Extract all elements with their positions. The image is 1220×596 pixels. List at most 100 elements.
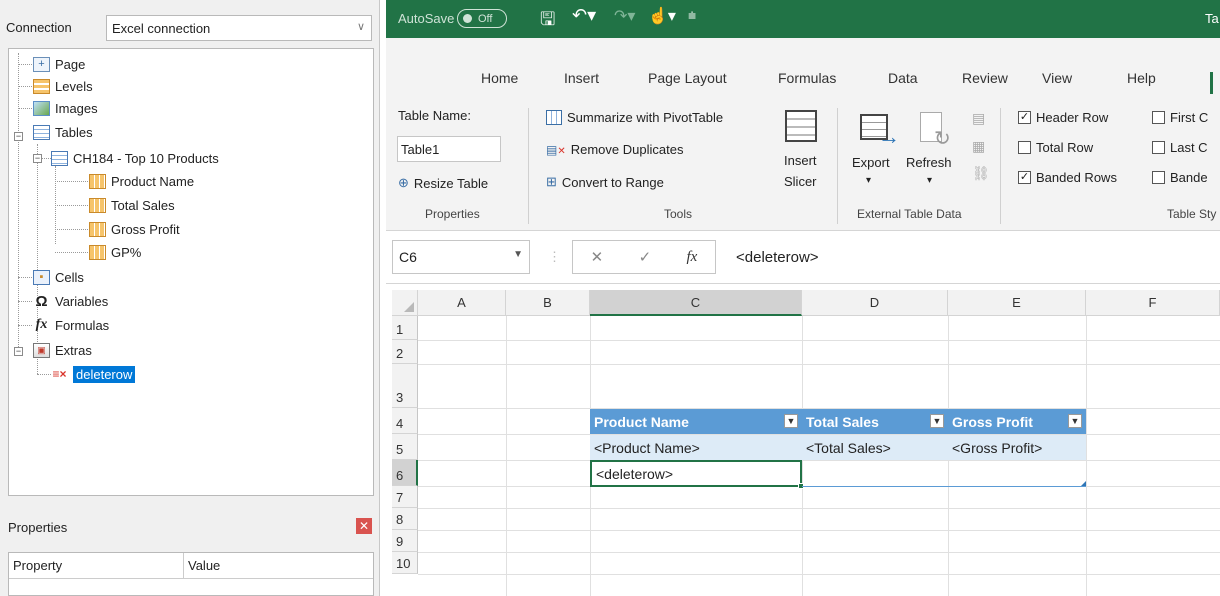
insert-slicer-icon	[781, 108, 821, 146]
tree-item-field[interactable]: Gross Profit	[89, 218, 180, 240]
table-cell[interactable]: <Total Sales>	[802, 435, 948, 460]
properties-grid[interactable]: Property Value	[8, 552, 374, 596]
tree-item-variables[interactable]: Ω Variables	[33, 290, 108, 312]
table-name-input[interactable]: Table1	[397, 136, 501, 162]
tab-view[interactable]: View	[1042, 70, 1072, 86]
customize-qat-icon[interactable]: ⩧	[688, 7, 696, 24]
collapse-tables-toggle[interactable]: −	[14, 132, 23, 141]
row-header[interactable]: 4	[392, 408, 418, 434]
first-column-checkbox[interactable]: First C	[1152, 110, 1208, 125]
export-button[interactable]: Export	[852, 155, 890, 170]
unlink-icon[interactable]: ⛓	[972, 165, 990, 182]
export-dropdown-icon[interactable]: ▾	[866, 175, 871, 186]
tree-item-extras[interactable]: ▣ Extras	[33, 339, 92, 361]
tree-item-field[interactable]: GP%	[89, 241, 141, 263]
filter-dropdown-icon[interactable]: ▼	[930, 414, 944, 428]
row-header[interactable]: 9	[392, 530, 418, 552]
name-box[interactable]: C6 ▼	[392, 240, 530, 274]
tree-item-levels[interactable]: Levels	[33, 75, 93, 97]
column-header-f[interactable]: F	[1086, 290, 1220, 316]
row-header[interactable]: 8	[392, 508, 418, 530]
remove-duplicates-button[interactable]: ▤✕ Remove Duplicates	[546, 142, 683, 157]
column-header-d[interactable]: D	[802, 290, 948, 316]
tree-item-field[interactable]: Product Name	[89, 170, 194, 192]
tree-item-images[interactable]: Images	[33, 97, 98, 119]
tab-help[interactable]: Help	[1127, 70, 1156, 86]
close-icon[interactable]: ✕	[356, 518, 372, 534]
tab-review[interactable]: Review	[962, 70, 1008, 86]
tree-item-field[interactable]: Total Sales	[89, 194, 175, 216]
open-in-browser-icon[interactable]: ▦	[972, 138, 985, 155]
banded-columns-checkbox[interactable]: Bande	[1152, 170, 1208, 185]
table-icon	[33, 124, 50, 140]
row-header[interactable]: 3	[392, 364, 418, 408]
resize-table-icon: ⊕	[398, 175, 409, 190]
property-column-header[interactable]: Property	[9, 553, 184, 579]
connection-select[interactable]: Excel connection ∨	[106, 15, 372, 41]
column-header-e[interactable]: E	[948, 290, 1086, 316]
table-bottom-border	[802, 486, 1086, 487]
report-tree[interactable]: − − − + Page Levels Images Tables CH184 …	[8, 48, 374, 496]
row-header[interactable]: 6	[392, 460, 418, 486]
remove-duplicates-icon: ▤✕	[546, 142, 566, 157]
undo-icon[interactable]: ↶▾	[572, 5, 596, 26]
autosave-toggle[interactable]: Off	[457, 9, 507, 28]
insert-slicer-label-1[interactable]: Insert	[784, 153, 817, 168]
select-all-corner[interactable]	[392, 290, 418, 316]
value-column-header[interactable]: Value	[184, 553, 373, 579]
table-header-cell[interactable]: Total Sales	[802, 409, 948, 434]
row-header[interactable]: 7	[392, 486, 418, 508]
tab-insert[interactable]: Insert	[564, 70, 599, 86]
filter-dropdown-icon[interactable]: ▼	[1068, 414, 1082, 428]
table-cell[interactable]: <Gross Profit>	[948, 435, 1086, 460]
row-header[interactable]: 2	[392, 340, 418, 364]
banded-rows-checkbox[interactable]: ✓ Banded Rows	[1018, 170, 1117, 185]
summarize-pivot-button[interactable]: Summarize with PivotTable	[546, 110, 723, 125]
column-header-a[interactable]: A	[418, 290, 506, 316]
row-header[interactable]: 10	[392, 552, 418, 574]
formula-bar-splitter-icon[interactable]: ⋮	[548, 249, 561, 265]
total-row-checkbox[interactable]: Total Row	[1018, 140, 1093, 155]
refresh-dropdown-icon[interactable]: ▾	[927, 175, 932, 186]
active-cell-c6[interactable]: <deleterow>	[590, 460, 802, 487]
name-box-dropdown-icon[interactable]: ▼	[513, 249, 523, 260]
table-cell[interactable]: <Product Name>	[590, 435, 802, 460]
insert-slicer-label-2[interactable]: Slicer	[784, 174, 817, 189]
collapse-table-toggle[interactable]: −	[33, 154, 42, 163]
enter-icon[interactable]: ✓	[639, 248, 652, 266]
tree-item-formulas[interactable]: fx Formulas	[33, 314, 110, 336]
refresh-button[interactable]: Refresh	[906, 155, 952, 170]
touch-mode-icon[interactable]: ☝▾	[648, 6, 676, 26]
table-header-cell[interactable]: Gross Profit	[948, 409, 1086, 434]
insert-function-icon[interactable]: fx	[686, 249, 697, 266]
cancel-icon[interactable]: ✕	[591, 248, 604, 266]
connection-value: Excel connection	[112, 20, 211, 36]
tab-home[interactable]: Home	[481, 70, 518, 86]
redo-icon[interactable]: ↷▾	[614, 6, 635, 26]
row-header[interactable]: 5	[392, 434, 418, 460]
convert-to-range-button[interactable]: ⊞ Convert to Range	[546, 174, 664, 190]
tree-item-cells[interactable]: ▪ Cells	[33, 266, 84, 288]
tab-data[interactable]: Data	[888, 70, 918, 86]
filter-dropdown-icon[interactable]: ▼	[784, 414, 798, 428]
collapse-extras-toggle[interactable]: −	[14, 347, 23, 356]
row-header[interactable]: 1	[392, 316, 418, 340]
group-styles-label: Table Sty	[1167, 207, 1217, 221]
properties-icon[interactable]: ▤	[972, 110, 985, 127]
header-row-checkbox[interactable]: ✓ Header Row	[1018, 110, 1108, 125]
tree-item-tables[interactable]: Tables	[33, 121, 93, 143]
tree-item-deleterow[interactable]: ≡× deleterow	[51, 363, 136, 385]
resize-table-button[interactable]: ⊕ Resize Table	[398, 175, 488, 191]
column-header-c[interactable]: C	[590, 290, 802, 316]
tab-page-layout[interactable]: Page Layout	[648, 70, 727, 86]
tree-item-table-ch184[interactable]: CH184 - Top 10 Products	[51, 147, 219, 169]
tab-formulas[interactable]: Formulas	[778, 70, 836, 86]
save-icon[interactable]: 🖫	[540, 7, 555, 37]
tree-item-page[interactable]: + Page	[33, 53, 85, 75]
table-resize-handle[interactable]	[1081, 481, 1086, 486]
formula-input[interactable]: <deleterow>	[736, 249, 819, 266]
extras-icon: ▣	[33, 342, 50, 358]
column-header-b[interactable]: B	[506, 290, 590, 316]
last-column-checkbox[interactable]: Last C	[1152, 140, 1208, 155]
table-header-cell[interactable]: Product Name	[590, 409, 802, 434]
